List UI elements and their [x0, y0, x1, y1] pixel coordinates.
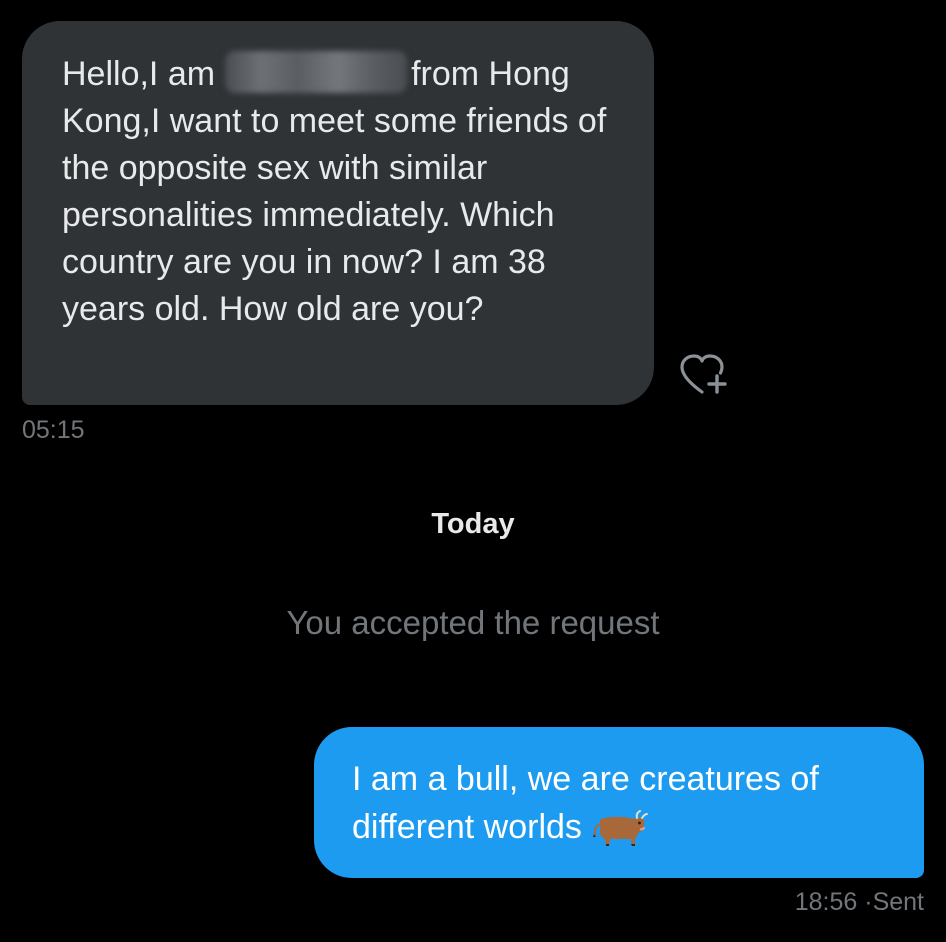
- outgoing-message-status: 18:56 ·Sent: [795, 888, 924, 917]
- sent-status-label: Sent: [872, 888, 924, 916]
- incoming-message-text-rest: from Hong Kong,I want to meet some frien…: [62, 55, 607, 328]
- incoming-message-time: 05:15: [22, 416, 85, 444]
- date-divider: Today: [431, 508, 515, 540]
- outgoing-message-text: I am a bull, we are creatures of differe…: [352, 760, 819, 846]
- outgoing-message-time: 18:56: [794, 888, 858, 916]
- incoming-message-text-start: Hello,I am: [62, 55, 216, 93]
- incoming-message-text: Hello,I am from Hong Kong,I want to meet …: [62, 51, 624, 333]
- heart-plus-icon: [680, 354, 727, 394]
- request-accepted-notice: You accepted the request: [286, 604, 660, 641]
- redacted-name: [225, 51, 408, 93]
- status-separator: ·: [864, 888, 873, 916]
- outgoing-message-text-container: I am a bull, we are creatures of differe…: [352, 755, 904, 851]
- ox-emoji-icon: [590, 808, 648, 848]
- add-reaction-button[interactable]: [678, 352, 730, 398]
- incoming-message-bubble[interactable]: Hello,I am from Hong Kong,I want to meet …: [22, 21, 654, 405]
- outgoing-message-bubble[interactable]: I am a bull, we are creatures of differe…: [314, 727, 924, 878]
